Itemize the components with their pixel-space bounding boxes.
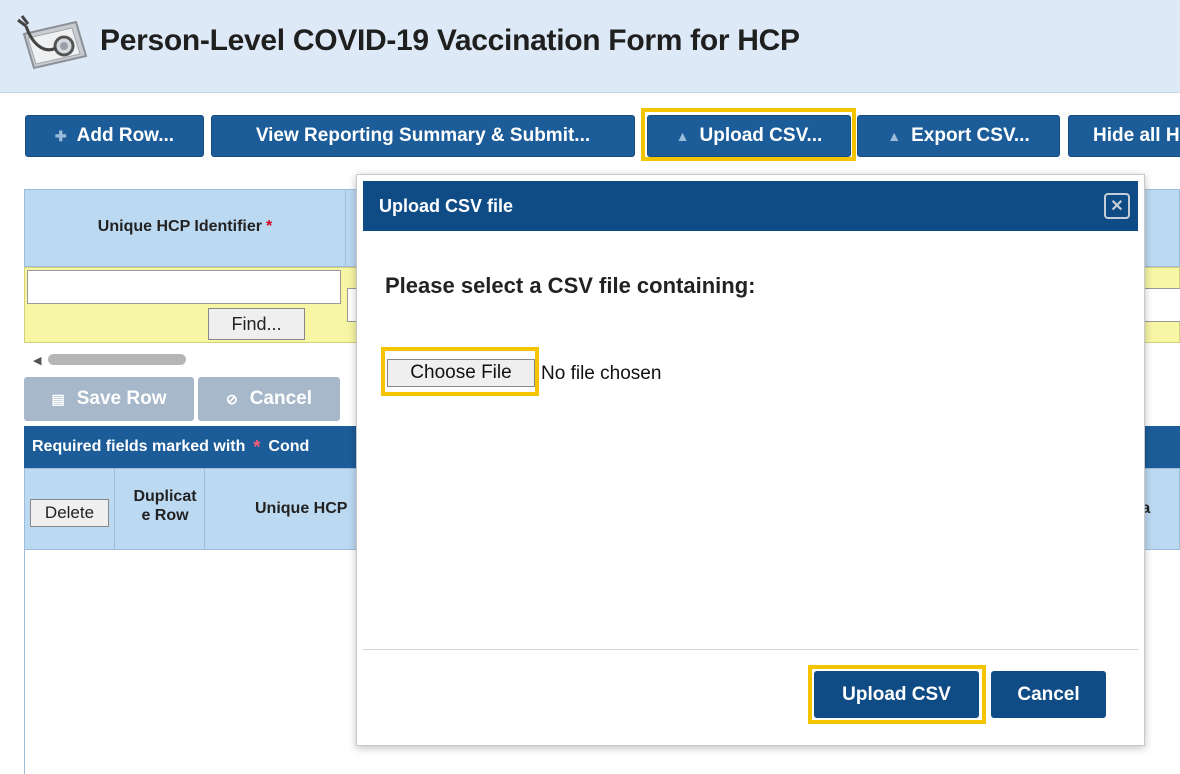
column-divider — [204, 469, 205, 549]
cancel-icon: ⊘ — [225, 390, 238, 407]
cancel-row-label: Cancel — [249, 388, 313, 409]
upload-csv-highlight — [641, 108, 856, 161]
column-divider — [345, 190, 346, 266]
choose-file-highlight — [381, 347, 539, 396]
unique-id-filter-input[interactable] — [27, 270, 341, 304]
view-summary-button[interactable]: View Reporting Summary & Submit... — [211, 115, 635, 157]
horizontal-scrollbar[interactable] — [48, 354, 186, 365]
add-row-button[interactable]: ✚ Add Row... — [25, 115, 204, 157]
required-star: * — [253, 436, 261, 457]
view-summary-label: View Reporting Summary & Submit... — [255, 125, 591, 146]
save-row-button[interactable]: ▤ Save Row — [24, 377, 194, 421]
dialog-cancel-button[interactable]: Cancel — [991, 671, 1106, 718]
close-icon[interactable]: ✕ — [1104, 193, 1130, 219]
upload-csv-dialog: Upload CSV file ✕ Please select a CSV fi… — [356, 174, 1145, 746]
page-title: Person-Level COVID-19 Vaccination Form f… — [100, 24, 800, 57]
dialog-divider — [363, 649, 1138, 650]
hide-all-button[interactable]: Hide all H — [1068, 115, 1180, 157]
duplicate-row-line1: Duplicat — [133, 488, 197, 505]
cancel-row-button[interactable]: ⊘ Cancel — [198, 377, 340, 421]
save-row-label: Save Row — [76, 388, 167, 409]
stethoscope-icon — [17, 15, 88, 70]
upload-submit-highlight — [808, 665, 986, 724]
duplicate-row-header: Duplicat e Row — [120, 487, 210, 525]
save-icon: ▤ — [51, 390, 65, 407]
find-button[interactable]: Find... — [208, 308, 305, 340]
dialog-title: Upload CSV file — [379, 195, 514, 216]
unique-hcp-header: Unique HCP — [255, 500, 348, 517]
dialog-header: Upload CSV file ✕ — [363, 181, 1138, 231]
hide-all-label: Hide all H — [1093, 125, 1180, 146]
scroll-left-icon[interactable]: ◀ — [33, 354, 41, 367]
duplicate-row-line2: e Row — [141, 507, 189, 524]
page-header: Person-Level COVID-19 Vaccination Form f… — [0, 0, 1180, 93]
delete-button[interactable]: Delete — [30, 499, 109, 527]
plus-icon: ✚ — [54, 127, 67, 144]
conditional-fields-text: Cond — [268, 438, 310, 455]
unique-id-header: Unique HCP Identifier * — [25, 218, 345, 236]
add-row-label: Add Row... — [76, 125, 175, 146]
required-star: * — [265, 218, 273, 235]
dialog-prompt: Please select a CSV file containing: — [385, 273, 756, 298]
required-fields-text: Required fields marked with — [32, 438, 246, 455]
column-divider — [114, 469, 115, 549]
export-csv-label: Export CSV... — [911, 125, 1030, 146]
export-csv-button[interactable]: ▲ Export CSV... — [857, 115, 1060, 157]
unique-id-label: Unique HCP Identifier — [97, 218, 262, 235]
no-file-status: No file chosen — [541, 363, 662, 384]
export-icon: ▲ — [887, 128, 902, 144]
